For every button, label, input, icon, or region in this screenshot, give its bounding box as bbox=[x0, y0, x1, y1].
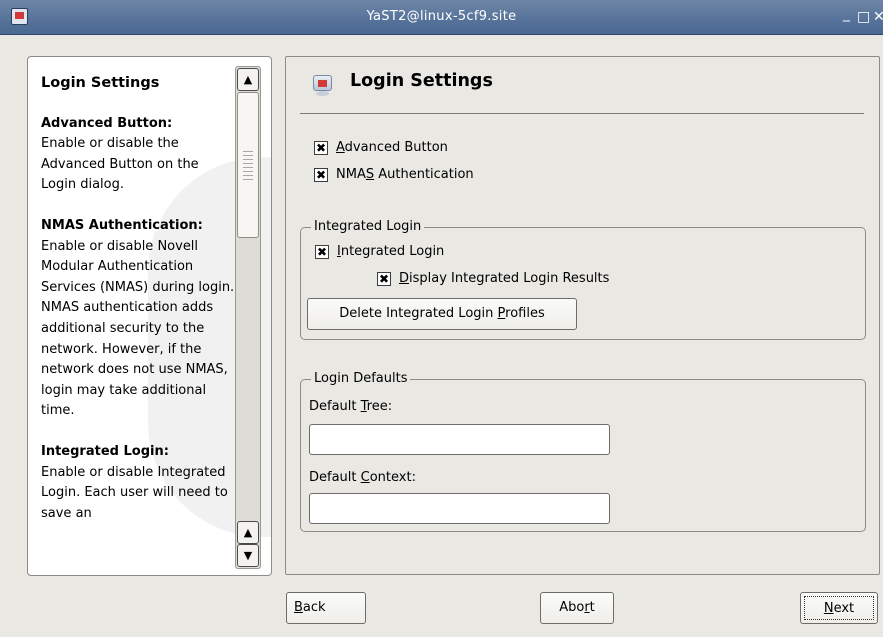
default-context-label: Default Context: bbox=[309, 470, 416, 485]
default-tree-label: Default Tree: bbox=[309, 399, 393, 414]
title-divider bbox=[300, 113, 864, 114]
help-body: Enable or disable the Advanced Button on… bbox=[41, 136, 199, 193]
group-title: Integrated Login bbox=[311, 219, 425, 234]
abort-button[interactable]: Abort bbox=[540, 592, 614, 624]
scroll-up-icon[interactable]: ▲ bbox=[237, 521, 259, 544]
window-titlebar: YaST2@linux-5cf9.site _ □ ✕ bbox=[0, 0, 883, 35]
checkbox-checked-icon[interactable]: ✖ bbox=[314, 167, 328, 182]
checkbox-label: NMAS Authentication bbox=[336, 167, 474, 182]
advanced-button-checkbox[interactable]: ✖ Advanced Button bbox=[314, 140, 448, 155]
checkbox-checked-icon[interactable]: ✖ bbox=[315, 244, 329, 259]
nmas-authentication-checkbox[interactable]: ✖ NMAS Authentication bbox=[314, 167, 474, 182]
checkbox-label: Display Integrated Login Results bbox=[399, 271, 610, 286]
default-context-input[interactable] bbox=[309, 493, 610, 524]
monitor-icon bbox=[311, 75, 334, 97]
help-section-advanced-button: Advanced Button: Enable or disable the A… bbox=[41, 114, 236, 196]
checkbox-label: Advanced Button bbox=[336, 140, 448, 155]
help-panel: Login Settings Advanced Button: Enable o… bbox=[27, 56, 272, 576]
main-panel: Login Settings ✖ Advanced Button ✖ NMAS … bbox=[285, 56, 880, 575]
scroll-down-icon[interactable]: ▼ bbox=[237, 544, 259, 567]
integrated-login-group: Integrated Login ✖ Integrated Login ✖ Di… bbox=[300, 219, 866, 340]
delete-integrated-login-profiles-button[interactable]: Delete Integrated Login Profiles bbox=[307, 298, 577, 330]
checkbox-checked-icon[interactable]: ✖ bbox=[314, 140, 328, 155]
display-integrated-login-results-checkbox[interactable]: ✖ Display Integrated Login Results bbox=[377, 271, 609, 286]
default-tree-input[interactable] bbox=[309, 424, 610, 455]
help-heading: Integrated Login: bbox=[41, 443, 169, 459]
help-title: Login Settings bbox=[41, 75, 160, 91]
help-heading: NMAS Authentication: bbox=[41, 217, 203, 233]
help-text: Login Settings Advanced Button: Enable o… bbox=[41, 73, 236, 544]
next-button[interactable]: Next bbox=[800, 592, 878, 624]
help-body: Enable or disable Integrated Login. Each… bbox=[41, 464, 228, 521]
help-heading: Advanced Button: bbox=[41, 115, 173, 131]
page-title: Login Settings bbox=[350, 71, 493, 91]
integrated-login-checkbox[interactable]: ✖ Integrated Login bbox=[315, 244, 444, 259]
help-scrollbar[interactable]: ▲ ▲ ▼ bbox=[235, 66, 261, 569]
close-icon[interactable]: ✕ bbox=[873, 9, 883, 25]
maximize-icon[interactable]: □ bbox=[857, 9, 870, 25]
scroll-up-icon[interactable]: ▲ bbox=[237, 68, 259, 91]
help-section-integrated-login: Integrated Login: Enable or disable Inte… bbox=[41, 442, 236, 524]
group-title: Login Defaults bbox=[311, 371, 411, 386]
checkbox-label: Integrated Login bbox=[337, 244, 445, 259]
help-body: Enable or disable Novell Modular Authent… bbox=[41, 238, 235, 419]
back-button[interactable]: Back bbox=[286, 592, 366, 624]
help-section-nmas: NMAS Authentication: Enable or disable N… bbox=[41, 216, 236, 422]
window-title: YaST2@linux-5cf9.site bbox=[366, 9, 517, 24]
minimize-icon[interactable]: _ bbox=[843, 6, 850, 22]
checkbox-checked-icon[interactable]: ✖ bbox=[377, 271, 391, 286]
scroll-thumb[interactable] bbox=[237, 92, 259, 238]
login-defaults-group: Login Defaults Default Tree: Default Con… bbox=[300, 371, 866, 532]
focus-outline: Next bbox=[804, 596, 874, 620]
